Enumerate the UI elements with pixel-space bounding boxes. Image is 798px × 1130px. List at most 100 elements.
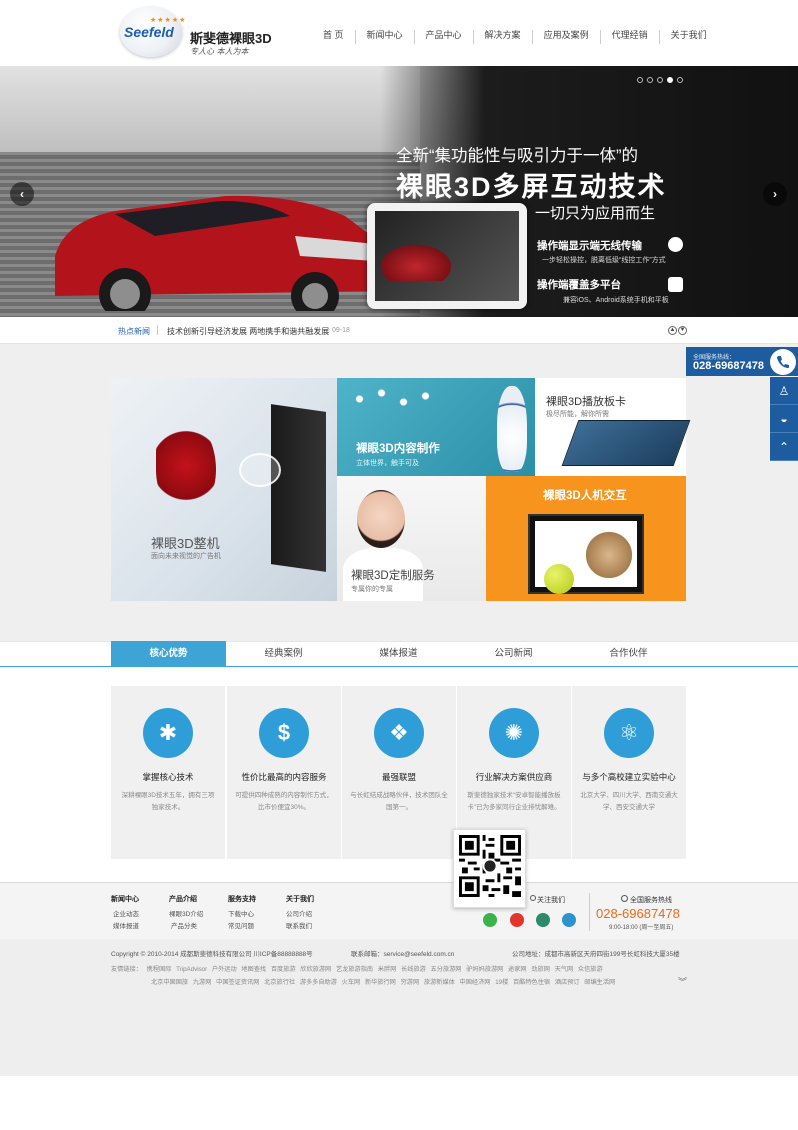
wine-splash-image — [156, 418, 216, 513]
tab-core-advantage[interactable]: 核心优势 — [111, 641, 226, 667]
footer-hotline-number: 028-69687478 — [596, 906, 680, 921]
tab-partners[interactable]: 合作伙伴 — [571, 641, 686, 667]
footer-col-title: 新闻中心 — [111, 896, 139, 903]
banner-prev-button[interactable]: ‹ — [10, 182, 34, 206]
friend-links-row-1[interactable]: 友情链接： 携程国际 TripAdvisor 户外运动 地图查找 百度旅游 欣欣… — [111, 964, 603, 973]
chat-button[interactable]: ◒ — [770, 405, 798, 433]
slide-dot-1[interactable] — [637, 77, 643, 83]
slide-dot-2[interactable] — [647, 77, 653, 83]
footer-hotline-label: 全国服务热线 — [630, 897, 672, 904]
nav-products[interactable]: 产品中心 — [413, 30, 473, 44]
banner-headline-3: 一切只为应用而生 — [535, 205, 656, 222]
brand-name: 斯斐德裸眼3D — [190, 31, 272, 46]
banner-feature-1: 操作端显示端无线传输 — [537, 240, 642, 252]
friend-links-row-2[interactable]: 北京中国国旅 九游网 中国签证资讯网 北京旅行社 游多多自助游 火车网 新华旅行… — [151, 977, 615, 986]
device-icon — [668, 277, 683, 292]
ticker-headline[interactable]: 技术创新引导经济发展 两地携手和谐共融发展 — [167, 326, 329, 337]
qq-button[interactable]: ♙ — [770, 377, 798, 405]
follow-us-label: 关注我们 — [537, 897, 565, 904]
nav-news[interactable]: 新闻中心 — [354, 30, 414, 44]
advantage-card[interactable]: ✱ 掌握核心技术 深耕裸眼3D技术五年，拥有三项独家技术。 — [111, 686, 225, 859]
footer-col-news: 新闻中心 企业动态 媒体报道 — [111, 894, 139, 930]
hotline-phone-icon — [621, 895, 628, 902]
tab-company-news[interactable]: 公司新闻 — [456, 641, 571, 667]
banner-headline-2: 裸眼3D多屏互动技术 — [396, 172, 667, 202]
footer-col-about: 关于我们 公司介绍 联系我们 — [286, 894, 314, 930]
banner-next-button[interactable]: › — [763, 182, 787, 206]
display-screen-image — [271, 404, 326, 572]
nav-solutions[interactable]: 解决方案 — [472, 30, 532, 44]
tablet-image — [367, 203, 527, 309]
slide-dot-5[interactable] — [677, 77, 683, 83]
slide-dot-3[interactable] — [657, 77, 663, 83]
back-to-top-icon: ⌃ — [778, 440, 790, 454]
footer-link[interactable]: 产品分类 — [171, 920, 203, 930]
nav-cases[interactable]: 应用及案例 — [531, 30, 600, 44]
logo[interactable]: ★★★★★ Seefeld — [120, 7, 185, 57]
nav-agency[interactable]: 代理经销 — [599, 30, 659, 44]
advantage-card[interactable]: ❖ 最强联盟 与长虹结成战略伙伴，技术团队全国第一。 — [342, 686, 456, 859]
tab-classic-cases[interactable]: 经典案例 — [226, 641, 341, 667]
ticker-date: 09-18 — [332, 327, 350, 334]
contact-email[interactable]: 联系邮箱：service@seefeld.com.cn — [351, 948, 454, 958]
tile-3d-machine-title: 裸眼3D整机 — [151, 536, 220, 551]
wifi-icon — [668, 237, 683, 252]
ticker-label: 热点新闻 — [118, 327, 150, 336]
bulb-icon: ✱ — [143, 708, 193, 758]
cat-image — [586, 532, 632, 578]
nav-about[interactable]: 关于我们 — [658, 30, 718, 44]
ticker-down-button[interactable]: ▼ — [678, 326, 687, 335]
slide-dot-4[interactable] — [667, 77, 673, 83]
brand-slogan: 专人心 本人为本 — [190, 47, 249, 56]
footer-link[interactable]: 企业动态 — [113, 908, 139, 918]
footer-col-title: 关于我们 — [286, 896, 314, 903]
footer-link[interactable]: 媒体报道 — [113, 920, 139, 930]
handshake-icon: ❖ — [374, 708, 424, 758]
qq-icon: ♙ — [778, 384, 790, 398]
footer-link[interactable]: 常见问题 — [228, 920, 256, 930]
footer-col-title: 产品介绍 — [169, 896, 197, 903]
back-to-top-button[interactable]: ⌃ — [770, 433, 798, 461]
advantage-desc: 北京大学、四川大学、西南交通大学、西安交通大学 — [580, 792, 678, 811]
advantage-desc: 斯斐德独家技术“安卓智能播放板卡”已为多家同行企业排忧解难。 — [467, 792, 561, 811]
tile-3d-machine[interactable] — [111, 378, 337, 601]
footer-link[interactable]: 裸眼3D介绍 — [169, 908, 203, 918]
woman-photo — [357, 490, 405, 548]
banner-feature-2: 操作端覆盖多平台 — [537, 279, 621, 291]
advantage-title: 性价比最高的内容服务 — [241, 772, 327, 782]
logo-text: Seefeld — [124, 24, 174, 40]
qr-code-popup — [453, 829, 526, 908]
advantage-title: 最强联盟 — [381, 772, 416, 782]
wechat-icon[interactable] — [483, 913, 497, 927]
phone-icon — [770, 349, 796, 375]
footer-link[interactable]: 公司介绍 — [286, 908, 314, 918]
advantage-title: 行业解决方案供应商 — [475, 772, 553, 782]
advantage-title: 掌握核心技术 — [142, 772, 194, 782]
follow-icon — [530, 895, 536, 901]
footer-link[interactable]: 联系我们 — [286, 920, 314, 930]
tile-custom-sub: 专属你的专属 — [351, 586, 393, 593]
tencent-weibo-icon[interactable] — [562, 913, 576, 927]
footer-service-hours: 9:00-18:00 (周一至周五) — [609, 925, 674, 931]
tile-board-sub: 极尽所能，解你所需 — [546, 411, 609, 418]
main-nav: 首 页 新闻中心 产品中心 解决方案 应用及案例 代理经销 关于我们 — [312, 30, 718, 44]
footer-link[interactable]: 下载中心 — [228, 908, 256, 918]
nav-home[interactable]: 首 页 — [312, 30, 355, 44]
banner-feature-2-sub: 兼容iOS、Android系统手机和平板 — [563, 297, 669, 304]
advantage-card[interactable]: $ 性价比最高的内容服务 可提供四种成熟的内容制作方式，比市价便宜30%。 — [227, 686, 341, 859]
expand-links-icon[interactable]: ︾ — [678, 975, 687, 988]
advantage-desc: 与长虹结成战略伙伴，技术团队全国第一。 — [350, 792, 448, 811]
tile-content-title: 裸眼3D内容制作 — [356, 443, 440, 455]
ticker-up-button[interactable]: ▲ — [668, 326, 677, 335]
advantage-card[interactable]: ⚛ 与多个高校建立实验中心 北京大学、四川大学、西南交通大学、西安交通大学 — [572, 686, 686, 859]
logo-stars: ★★★★★ — [150, 17, 187, 24]
tab-media-reports[interactable]: 媒体报道 — [341, 641, 456, 667]
tennis-ball-image — [544, 564, 574, 594]
copyright-text: Copyright © 2010-2014 成都斯斐德科技有限公司 川ICP备8… — [111, 951, 313, 958]
tile-interaction-title: 裸眼3D人机交互 — [543, 490, 627, 502]
side-hotline-number: 028-69687478 — [693, 360, 764, 372]
atom-icon: ⚛ — [604, 708, 654, 758]
tripadvisor-icon[interactable] — [536, 913, 550, 927]
weibo-icon[interactable] — [510, 913, 524, 927]
hero-banner: 全新“集功能性与吸引力于一体”的 裸眼3D多屏互动技术 一切只为应用而生 操作端… — [0, 66, 798, 317]
